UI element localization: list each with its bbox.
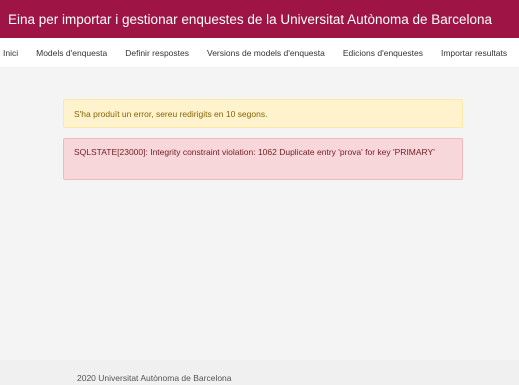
nav-item-inici[interactable]: Inici xyxy=(3,48,18,58)
warning-message: S'ha produït un error, sereu redirigits … xyxy=(74,109,268,119)
nav-item-versions-models[interactable]: Versions de models d'enquesta xyxy=(207,48,325,58)
footer-copyright: 2020 Universitat Autònoma de Barcelona xyxy=(77,373,232,383)
error-alert: SQLSTATE[23000]: Integrity constraint vi… xyxy=(63,138,463,180)
app-header: Eina per importar i gestionar enquestes … xyxy=(0,0,519,38)
nav-item-models-enquesta[interactable]: Models d'enquesta xyxy=(36,48,107,58)
page-footer: 2020 Universitat Autònoma de Barcelona xyxy=(0,360,519,385)
main-content: S'ha produït un error, sereu redirigits … xyxy=(0,67,519,360)
nav-item-edicions-enquestes[interactable]: Edicions d'enquestes xyxy=(343,48,423,58)
error-message: SQLSTATE[23000]: Integrity constraint vi… xyxy=(74,147,435,157)
app-title: Eina per importar i gestionar enquestes … xyxy=(8,11,493,27)
redirect-warning-alert: S'ha produït un error, sereu redirigits … xyxy=(63,99,463,128)
nav-item-definir-respostes[interactable]: Definir respostes xyxy=(125,48,189,58)
main-nav: Inici Models d'enquesta Definir resposte… xyxy=(0,38,519,67)
nav-item-importar-resultats[interactable]: Importar resultats xyxy=(441,48,507,58)
